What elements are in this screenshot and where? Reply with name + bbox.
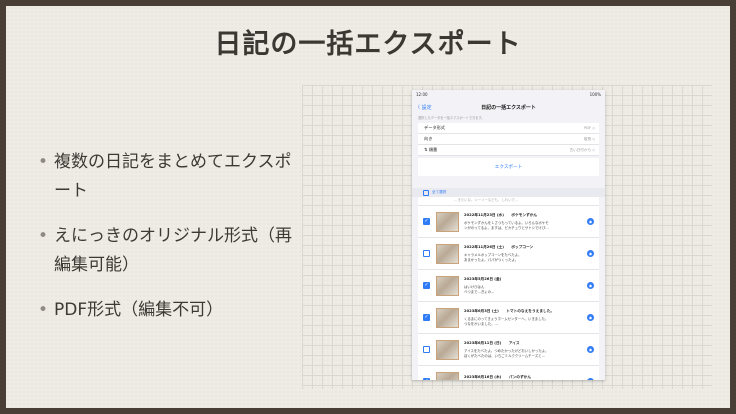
export-button[interactable]: エクスポート xyxy=(418,158,599,176)
diary-entry-row[interactable]: ✓ 2023年6月3日 (土) トマトのなえをうえました。 くるまにのってきょう… xyxy=(418,301,599,333)
setting-orientation[interactable]: 向き 縦長 ◇ xyxy=(418,134,599,145)
entry-checkbox[interactable] xyxy=(423,250,430,257)
select-all-checkbox[interactable] xyxy=(423,189,429,196)
preview-eye-icon[interactable]: ◉ xyxy=(587,250,594,257)
entry-checkbox[interactable]: ✓ xyxy=(423,218,430,225)
bullet-item: • えにっきのオリジナル形式（再編集可能） xyxy=(38,222,298,280)
preview-eye-icon[interactable]: ◉ xyxy=(587,314,594,321)
nav-bar: 〈 設定 日記の一括エクスポート xyxy=(412,101,605,113)
select-all-label: 全て選択 xyxy=(432,190,447,194)
bullet-text: PDF形式（編集不可） xyxy=(54,300,224,320)
entry-body: 2023年6月3日 (土) トマトのなえをうえました。 くるまにのってきょうホー… xyxy=(459,309,599,327)
diary-entry-row[interactable]: ✓ 2022年11月23日 (水) ポケモンずかん ポケモンずかんを１さつもって… xyxy=(418,205,599,237)
entry-body: 2023年6月16日 (木) パンのずかん パンのずかんをよみました。いろいろ… xyxy=(459,375,599,380)
setting-label: データ形式 xyxy=(424,125,445,130)
entry-body: 2022年11月26日 (土) ポップコーン キャラメルポップコーンをたべたよ。… xyxy=(459,245,599,263)
entry-preview: はいけびはん べつまで…ぎょの… xyxy=(464,284,495,294)
entry-body: 2023年5月26日 (金) はいけびはん べつまで…ぎょの… xyxy=(459,277,599,295)
entry-thumbnail xyxy=(436,371,459,380)
diary-entry-row[interactable]: 2023年6月11日 (日) アイス アイスをたべたよ。つめたかったけどおいしか… xyxy=(418,333,599,365)
preview-eye-icon[interactable]: ◉ xyxy=(587,346,594,353)
entry-thumbnail xyxy=(436,275,459,296)
diary-entry-row[interactable]: ✓ 2023年6月16日 (木) パンのずかん パンのずかんをよみました。いろい… xyxy=(418,365,599,380)
setting-value: 古い日付から ◇ xyxy=(569,147,595,152)
status-battery: 100% xyxy=(589,92,601,97)
hint-text: 選択したデータを一括エクスポートできます。 xyxy=(418,116,485,120)
nav-title: 日記の一括エクスポート xyxy=(481,105,536,111)
list-peek-text: …きたいな。シーソーなども、しれいで… xyxy=(454,198,519,202)
preview-eye-icon[interactable]: ◉ xyxy=(587,218,594,225)
entry-header: 2023年6月16日 (木) パンのずかん xyxy=(464,375,532,379)
entry-checkbox[interactable] xyxy=(423,346,430,353)
preview-eye-icon[interactable]: ◉ xyxy=(587,378,594,380)
entry-preview: ポケモンずかんを１さつもっているよ。いろんなポケモ ンがのってるよ。ますは、ピカチ… xyxy=(464,220,549,230)
diary-list: …きたいな。シーソーなども、しれいで… ✓ 2022年11月23日 (水) ポケ… xyxy=(418,197,599,380)
entry-thumbnail xyxy=(436,307,459,328)
entry-body: 2023年6月11日 (日) アイス アイスをたべたよ。つめたかったけどおいしか… xyxy=(459,341,599,359)
bullet-text: 複数の日記をまとめてエクスポート xyxy=(54,152,292,201)
select-all-row[interactable]: 全て選択 xyxy=(412,188,605,197)
entry-header: 2022年11月26日 (土) ポップコーン xyxy=(464,244,534,249)
diary-entry-row[interactable]: 2022年11月26日 (土) ポップコーン キャラメルポップコーンをたべたよ。… xyxy=(418,237,599,269)
entry-header: 2023年6月3日 (土) トマトのなえをうえました。 xyxy=(464,308,555,313)
entry-header: 2023年6月11日 (日) アイス xyxy=(464,340,520,345)
entry-preview: キャラメルポップコーンをたべたよ。 あまかったよ。パパがつくったよ。 xyxy=(464,252,522,262)
bullet-list: • 複数の日記をまとめてエクスポート • えにっきのオリジナル形式（再編集可能）… xyxy=(38,148,298,341)
bullet-dot: • xyxy=(38,300,49,320)
entry-header: 2023年5月26日 (金) xyxy=(464,276,502,281)
settings-panel: データ形式 PDF ◇ 向き 縦長 ◇ ⇅ 順番 古い日付から ◇ xyxy=(418,123,599,156)
entry-preview: アイスをたべたよ。つめたかったけどおいしかったよ。 ぼくがたべたのは、いちごミルク… xyxy=(464,348,549,358)
bullet-dot: • xyxy=(38,226,49,246)
bullet-text: えにっきのオリジナル形式（再編集可能） xyxy=(54,226,292,275)
entry-thumbnail xyxy=(436,211,459,232)
setting-value: PDF ◇ xyxy=(584,126,595,130)
entry-thumbnail xyxy=(436,339,459,360)
setting-label: ⇅ 順番 xyxy=(424,147,438,152)
status-time: 12:00 xyxy=(416,92,428,97)
slide-title: 日記の一括エクスポート xyxy=(214,29,522,60)
preview-eye-icon[interactable]: ◉ xyxy=(587,282,594,289)
entry-checkbox[interactable]: ✓ xyxy=(423,314,430,321)
entry-body: 2022年11月23日 (水) ポケモンずかん ポケモンずかんを１さつもっている… xyxy=(459,213,599,231)
entry-thumbnail xyxy=(436,243,459,264)
phone-screenshot: 12:00 100% 〈 設定 日記の一括エクスポート 選択したデータを一括エク… xyxy=(412,90,605,380)
diary-entry-row[interactable]: ✓ 2023年5月26日 (金) はいけびはん べつまで…ぎょの… ◉ xyxy=(418,269,599,301)
entry-checkbox[interactable]: ✓ xyxy=(423,378,430,380)
setting-value: 縦長 ◇ xyxy=(583,136,595,141)
setting-format[interactable]: データ形式 PDF ◇ xyxy=(418,123,599,134)
bullet-dot: • xyxy=(38,152,49,172)
setting-order[interactable]: ⇅ 順番 古い日付から ◇ xyxy=(418,145,599,156)
status-bar: 12:00 100% xyxy=(412,90,605,101)
entry-preview: くるまにのってきょうホームセンターへ、いきました。 つなをかいました。… xyxy=(464,316,549,326)
entry-checkbox[interactable]: ✓ xyxy=(423,282,430,289)
setting-label: 向き xyxy=(424,136,433,141)
entry-header: 2022年11月23日 (水) ポケモンずかん xyxy=(464,212,538,217)
bullet-item: • PDF形式（編集不可） xyxy=(38,296,298,325)
bullet-item: • 複数の日記をまとめてエクスポート xyxy=(38,148,298,206)
